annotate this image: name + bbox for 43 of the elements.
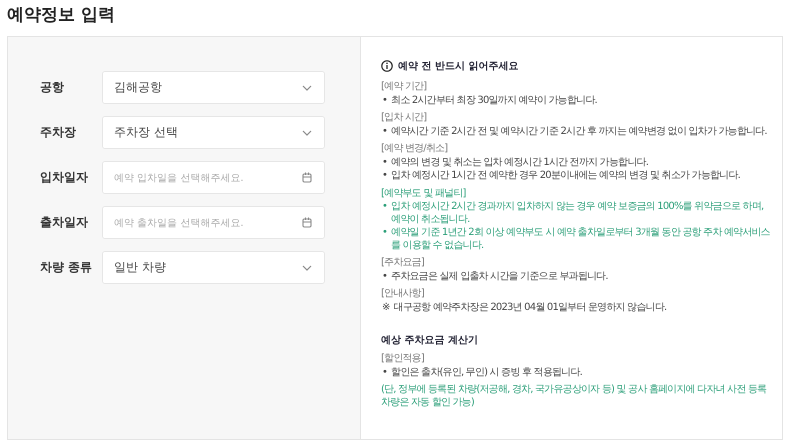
info-icon	[381, 60, 393, 72]
section-heading: [할인적용]	[381, 353, 426, 366]
notice-text: 예약시간 기준 2시간 전 및 예약시간 기준 2시간 후 까지는 예약변경 없이 입차가 가능합니다.	[391, 126, 767, 138]
field-label: 주차장	[40, 124, 77, 141]
notice-text: 최소 2시간부터 최장 30일까지 예약이 가능합니다.	[391, 94, 597, 107]
notice-text: 입차 예정시간 1시간 전 예약한 경우 20분이내에는 예약의 변경 및 취소가 가능합니다.	[391, 170, 740, 182]
select-field[interactable]: 김해공항	[102, 71, 325, 104]
bullet: •	[382, 156, 388, 169]
section-heading: [예약 변경/취소]	[381, 143, 448, 156]
bullet: •	[382, 270, 388, 283]
bullet: •	[382, 126, 388, 138]
discount-note: (단, 정부에 등록된 차량(저공해, 경차, 국가유공상이자 등) 및 공사 홈페이지에 다자녀 사전 등록 차량은 자동 할인 가능)	[381, 384, 768, 409]
select-field[interactable]: 주차장 선택	[102, 116, 325, 149]
notice-text: 예약의 변경 및 취소는 입차 예정시간 1시간 전까지 가능합니다.	[391, 156, 648, 169]
field-label: 차량 종류	[40, 259, 94, 276]
field-label: 출차일자	[40, 214, 89, 231]
bullet: •	[382, 227, 388, 240]
bullet: •	[382, 170, 388, 182]
section-heading: [예약 기간]	[381, 81, 428, 94]
calendar-icon	[302, 217, 312, 228]
notice-text: 입차 예정시간 2시간 경과까지 입차하지 않는 경우 예약 보증금의 100%를 위약금으로 하며, 예약이 취소됩니다.	[391, 201, 764, 226]
chevron-down-icon	[302, 84, 312, 90]
notice-text: 대구공항 예약주차장은 2023년 04월 01일부터 운영하지 않습니다.	[394, 302, 666, 314]
bullet: •	[382, 201, 388, 214]
bullet: •	[382, 94, 388, 107]
field-label: 공항	[40, 79, 65, 96]
section-heading: [예약부도 및 패널티]	[381, 188, 467, 200]
notice-text: 주차요금은 실제 입출차 시간을 기준으로 부과됩니다.	[391, 270, 608, 283]
chevron-down-icon	[302, 264, 312, 270]
section-heading: [입차 시간]	[381, 112, 428, 124]
section-heading: [안내사항]	[381, 288, 426, 300]
select-field[interactable]: 일반 차량	[102, 251, 325, 284]
calculator-title: 예상 주차요금 계산기	[381, 334, 479, 347]
bullet: ※	[382, 302, 390, 314]
calendar-icon	[302, 172, 312, 183]
section-heading: [주차요금]	[381, 257, 426, 270]
bullet: •	[382, 366, 388, 379]
chevron-down-icon	[302, 130, 312, 136]
field-label: 입차일자	[40, 169, 89, 186]
notice-text: 예약일 기준 1년간 2회 이상 예약부도 시 예약 출차일로부터 3개월 동안 공항 주차 예약서비스를 이용할 수 없습니다.	[391, 227, 771, 252]
notice-title: 예약 전 반드시 읽어주세요	[398, 60, 518, 73]
page-title: 예약정보 입력	[7, 4, 116, 26]
notice-text: 할인은 출차(유인, 무인) 시 증빙 후 적용됩니다.	[391, 366, 582, 379]
